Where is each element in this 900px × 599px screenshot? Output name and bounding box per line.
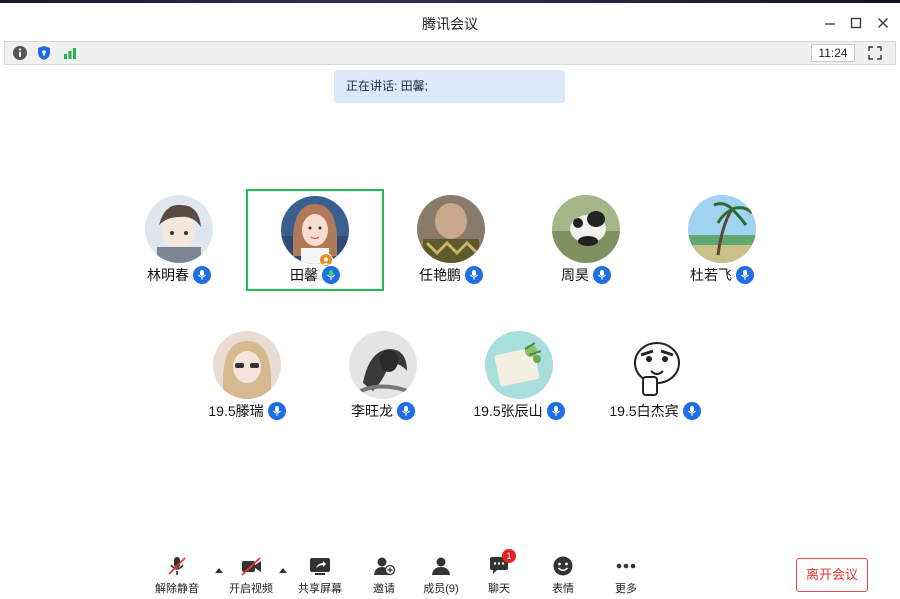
participant-name: 周昊 (561, 267, 589, 283)
participant-name: 田馨 (290, 267, 318, 283)
start-video-label: 开启视频 (229, 583, 273, 595)
more-label: 更多 (615, 583, 637, 595)
avatar (485, 331, 553, 399)
chat-button[interactable]: 1 聊天 (471, 549, 527, 598)
speaking-indicator: 正在讲话: 田馨; (334, 70, 565, 103)
invite-label: 邀请 (373, 583, 395, 595)
participant-tile[interactable]: 19.5白杰宾 (590, 325, 720, 425)
participant-name: 19.5张辰山 (473, 403, 543, 419)
members-icon (432, 557, 450, 575)
more-dots-icon (616, 563, 636, 569)
leave-meeting-button[interactable]: 离开会议 (796, 558, 868, 592)
participant-tile[interactable]: 19.5滕瑞 (182, 325, 312, 425)
participant-tile[interactable]: 任艳鹏 (386, 189, 516, 289)
participant-name: 19.5滕瑞 (208, 403, 264, 419)
share-screen-icon (310, 558, 330, 575)
participant-tile[interactable]: 周昊 (521, 189, 651, 289)
video-options-caret-icon[interactable] (279, 566, 287, 574)
fullscreen-icon[interactable] (867, 45, 883, 61)
meeting-clock: 11:24 (811, 44, 855, 62)
microphone-muted-icon (168, 557, 186, 575)
chat-label: 聊天 (488, 583, 510, 595)
emoji-smile-icon (553, 556, 573, 576)
microphone-icon (465, 266, 483, 284)
invite-user-icon (374, 557, 395, 576)
close-icon (878, 18, 888, 28)
microphone-icon (736, 266, 754, 284)
participant-tile[interactable]: 李旺龙 (318, 325, 448, 425)
emoji-button[interactable]: 表情 (535, 556, 591, 598)
avatar (349, 331, 417, 399)
title-bar: 腾讯会议 (0, 3, 900, 41)
minimize-button[interactable] (820, 13, 840, 33)
avatar (417, 195, 485, 263)
video-off-icon (241, 557, 261, 576)
members-button[interactable]: 成员(9) (413, 556, 469, 598)
microphone-active-icon (322, 266, 340, 284)
chat-icon-wrap: 1 (488, 549, 516, 576)
microphone-icon (682, 402, 701, 420)
meeting-controls-bar: 解除静音 开启视频 共享屏幕 邀请 成员(9) 1 聊天 表情 更多 (0, 549, 900, 599)
microphone-icon (593, 266, 611, 284)
emoji-label: 表情 (552, 583, 574, 595)
close-button[interactable] (873, 13, 893, 33)
unmute-label: 解除静音 (155, 583, 199, 595)
participant-name: 任艳鹏 (419, 267, 461, 283)
avatar (621, 331, 689, 399)
participant-tile[interactable]: 杜若飞 (657, 189, 787, 289)
share-screen-label: 共享屏幕 (298, 583, 342, 595)
participant-name: 杜若飞 (690, 267, 732, 283)
avatar (552, 195, 620, 263)
members-label: 成员(9) (423, 583, 459, 595)
meeting-info-toolbar: 11:24 (4, 41, 896, 65)
share-screen-button[interactable]: 共享屏幕 (292, 556, 348, 598)
microphone-icon (397, 402, 415, 420)
participant-name: 19.5白杰宾 (609, 403, 679, 419)
avatar (281, 196, 349, 264)
minimize-icon (825, 23, 835, 25)
unmute-button[interactable]: 解除静音 (149, 556, 205, 598)
participant-tile[interactable]: 林明春 (114, 189, 244, 289)
info-icon[interactable] (12, 45, 28, 61)
microphone-icon (193, 266, 211, 284)
avatar (213, 331, 281, 399)
security-shield-icon[interactable] (36, 45, 52, 61)
avatar (688, 195, 756, 263)
start-video-button[interactable]: 开启视频 (223, 556, 279, 598)
more-button[interactable]: 更多 (598, 556, 654, 598)
signal-strength-icon[interactable] (62, 45, 78, 61)
avatar (145, 195, 213, 263)
maximize-button[interactable] (846, 13, 866, 33)
invite-button[interactable]: 邀请 (356, 556, 412, 598)
audio-options-caret-icon[interactable] (215, 566, 223, 574)
maximize-icon (850, 17, 862, 29)
participant-tile[interactable]: 19.5张辰山 (454, 325, 584, 425)
participant-tile-active[interactable]: 田馨 (246, 189, 384, 291)
participant-name: 李旺龙 (351, 403, 393, 419)
window-title: 腾讯会议 (422, 16, 478, 32)
microphone-icon (267, 402, 286, 420)
microphone-icon (546, 402, 565, 420)
chat-unread-badge: 1 (502, 549, 516, 563)
participant-name: 林明春 (147, 267, 189, 283)
